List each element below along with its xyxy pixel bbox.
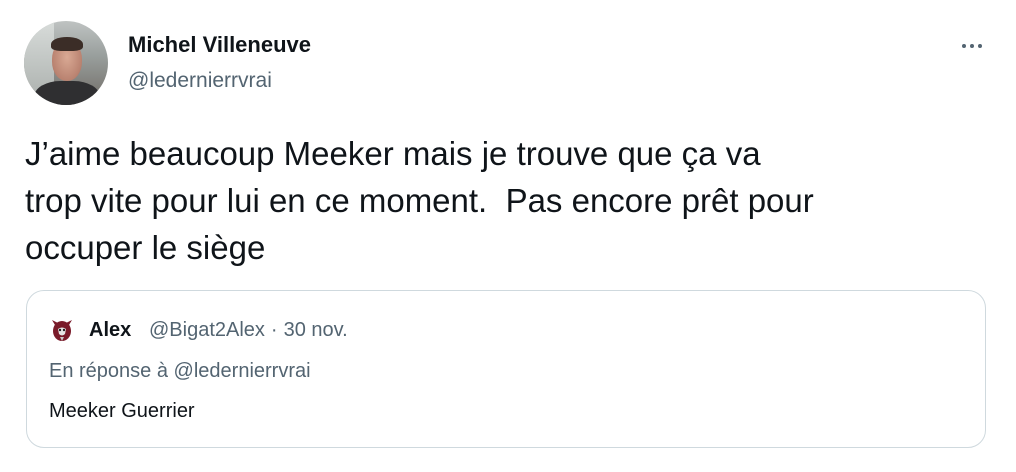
reply-prefix: En réponse à	[49, 360, 168, 382]
quote-reply-context: En réponse à @ledernierrvrai	[49, 359, 311, 383]
quote-date[interactable]: 30 nov.	[284, 319, 348, 341]
team-logo-icon[interactable]	[49, 317, 75, 343]
author-avatar[interactable]	[24, 21, 108, 105]
quote-handle[interactable]: @Bigat2Alex	[149, 319, 265, 341]
tweet-card: Michel Villeneuve @ledernierrvrai J’aime…	[0, 0, 1016, 472]
more-dot	[970, 44, 974, 48]
quote-text: Meeker Guerrier	[49, 400, 195, 422]
quote-meta: @Bigat2Alex · 30 nov.	[149, 318, 348, 342]
tweet-text: J’aime beaucoup Meeker mais je trouve qu…	[25, 135, 814, 266]
quote-display-name[interactable]: Alex	[89, 318, 131, 342]
reply-to-handle[interactable]: @ledernierrvrai	[174, 360, 311, 382]
avatar-shirt	[34, 81, 100, 105]
quote-separator: ·	[270, 319, 278, 341]
avatar-hair	[51, 37, 83, 51]
more-dot	[962, 44, 966, 48]
quoted-tweet[interactable]: Alex @Bigat2Alex · 30 nov. En réponse à @l…	[26, 290, 986, 448]
more-dot	[978, 44, 982, 48]
author-handle[interactable]: @ledernierrvrai	[128, 68, 272, 94]
more-options-icon[interactable]	[954, 28, 990, 64]
author-display-name[interactable]: Michel Villeneuve	[128, 32, 311, 58]
